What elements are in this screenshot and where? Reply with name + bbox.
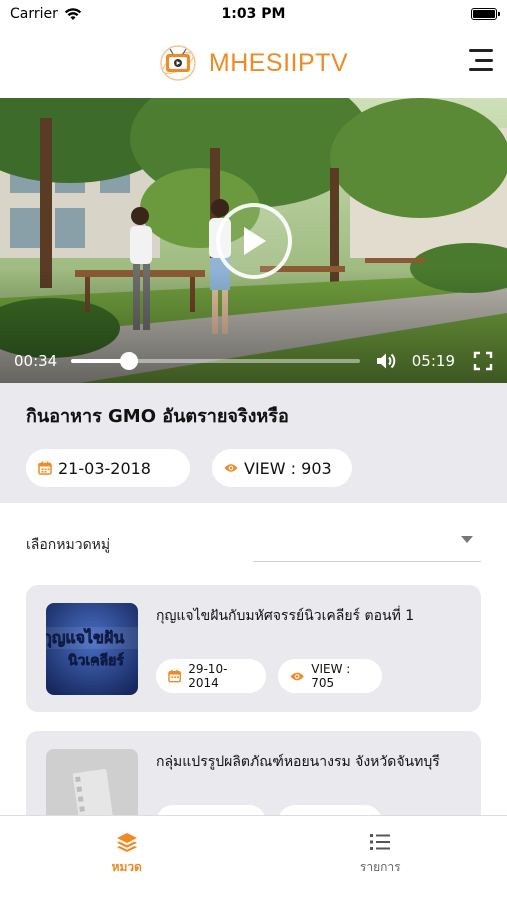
item-thumbnail: กุญแจไขฝัน นิวเคลียร์ — [46, 603, 138, 695]
video-controls: 00:34 05:19 — [0, 341, 507, 381]
category-row: เลือกหมวดหมู่ — [26, 528, 481, 562]
video-views: VIEW : 903 — [244, 458, 332, 478]
date-chip: 21-03-2018 — [26, 449, 190, 487]
calendar-icon — [168, 669, 181, 683]
app-title: MHESIIPTV — [208, 48, 349, 77]
app-logo[interactable]: MHESIIPTV — [159, 44, 348, 82]
category-label: เลือกหมวดหมู่ — [26, 537, 111, 553]
calendar-icon — [38, 461, 52, 475]
app-header: MHESIIPTV — [0, 28, 507, 98]
video-player[interactable]: 00:34 05:19 — [0, 98, 507, 383]
category-dropdown[interactable] — [253, 528, 481, 562]
status-bar: Carrier 1:03 PM — [0, 0, 507, 28]
video-title: กินอาหาร GMO อันตรายจริงหรือ — [26, 406, 289, 427]
item-title: กุญแจไขฝันกับมหัศจรรย์นิวเคลียร์ ตอนที่ … — [156, 608, 415, 624]
total-time: 05:19 — [411, 352, 455, 370]
tab-category[interactable]: หมวด — [0, 816, 254, 900]
hamburger-menu-icon[interactable] — [467, 46, 493, 74]
layers-icon — [116, 833, 137, 852]
current-time: 00:34 — [14, 352, 58, 370]
video-date: 21-03-2018 — [58, 458, 151, 478]
thumb-text-top: กุญแจไขฝัน — [46, 628, 124, 648]
play-button[interactable] — [216, 203, 292, 279]
play-icon — [244, 227, 266, 255]
eye-icon — [290, 672, 304, 680]
tab-programs-label: รายการ — [359, 860, 401, 874]
volume-button[interactable] — [376, 352, 398, 370]
eye-icon — [224, 464, 238, 472]
item-date-chip: 29-10-2014 — [156, 659, 266, 693]
tab-category-label: หมวด — [111, 860, 142, 874]
chevron-down-icon — [461, 536, 473, 543]
seek-thumb[interactable] — [119, 352, 138, 370]
video-info: กินอาหาร GMO อันตรายจริงหรือ 21-03-2018 — [0, 383, 507, 503]
bottom-tab-bar: หมวด รายการ — [0, 815, 507, 900]
seek-bar[interactable] — [71, 352, 360, 370]
item-title: กลุ่มแปรรูปผลิตภัณฑ์หอยนางรม จังหวัดจันท… — [156, 754, 440, 770]
speaker-icon — [376, 353, 396, 369]
battery-level — [473, 10, 495, 18]
tab-programs[interactable]: รายการ — [254, 816, 507, 900]
views-chip: VIEW : 903 — [212, 449, 352, 487]
thumb-text-bottom: นิวเคลียร์ — [68, 652, 124, 669]
battery-icon — [471, 8, 500, 20]
fullscreen-button[interactable] — [473, 351, 493, 371]
item-views-chip: VIEW : 705 — [278, 659, 382, 693]
tv-logo-icon — [160, 45, 196, 81]
list-item[interactable]: กุญแจไขฝัน นิวเคลียร์ กุญแจไขฝันกับมหัศจ… — [26, 585, 481, 712]
item-views: VIEW : 705 — [311, 662, 351, 690]
thumbnail-image: กุญแจไขฝัน นิวเคลียร์ — [46, 603, 138, 695]
fullscreen-icon — [473, 351, 493, 371]
wifi-icon — [64, 7, 82, 20]
item-date: 29-10-2014 — [188, 662, 228, 690]
list-icon — [370, 834, 391, 850]
carrier-label: Carrier — [10, 6, 58, 22]
